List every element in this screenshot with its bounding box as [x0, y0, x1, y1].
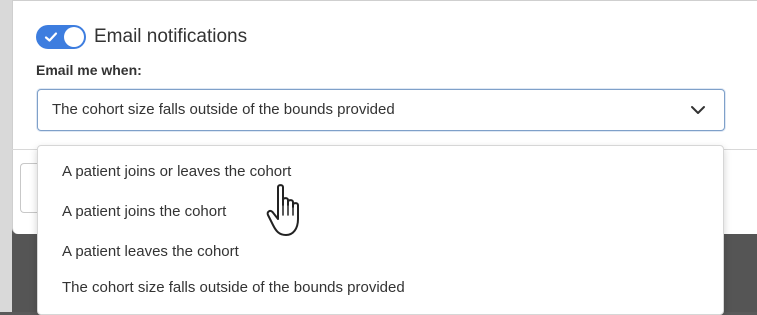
- chevron-down-icon: [691, 106, 705, 114]
- option-joins[interactable]: A patient joins the cohort: [62, 203, 226, 220]
- select-value: The cohort size falls outside of the bou…: [52, 101, 395, 118]
- email-me-when-label: Email me when:: [36, 62, 142, 78]
- option-leaves[interactable]: A patient leaves the cohort: [62, 243, 239, 260]
- email-notifications-row: Email notifications: [36, 24, 247, 50]
- backdrop: [0, 0, 12, 312]
- option-joins-or-leaves[interactable]: A patient joins or leaves the cohort: [62, 163, 291, 180]
- check-icon: [44, 32, 58, 42]
- hand-pointer-icon: [266, 184, 299, 236]
- email-notifications-toggle[interactable]: [36, 25, 86, 49]
- email-trigger-dropdown: A patient joins or leaves the cohort A p…: [37, 145, 724, 315]
- hidden-button[interactable]: [20, 163, 37, 213]
- toggle-knob: [64, 27, 84, 47]
- email-notifications-label: Email notifications: [94, 26, 248, 47]
- email-trigger-select[interactable]: The cohort size falls outside of the bou…: [37, 89, 725, 131]
- option-size-out-of-bounds[interactable]: The cohort size falls outside of the bou…: [62, 279, 405, 296]
